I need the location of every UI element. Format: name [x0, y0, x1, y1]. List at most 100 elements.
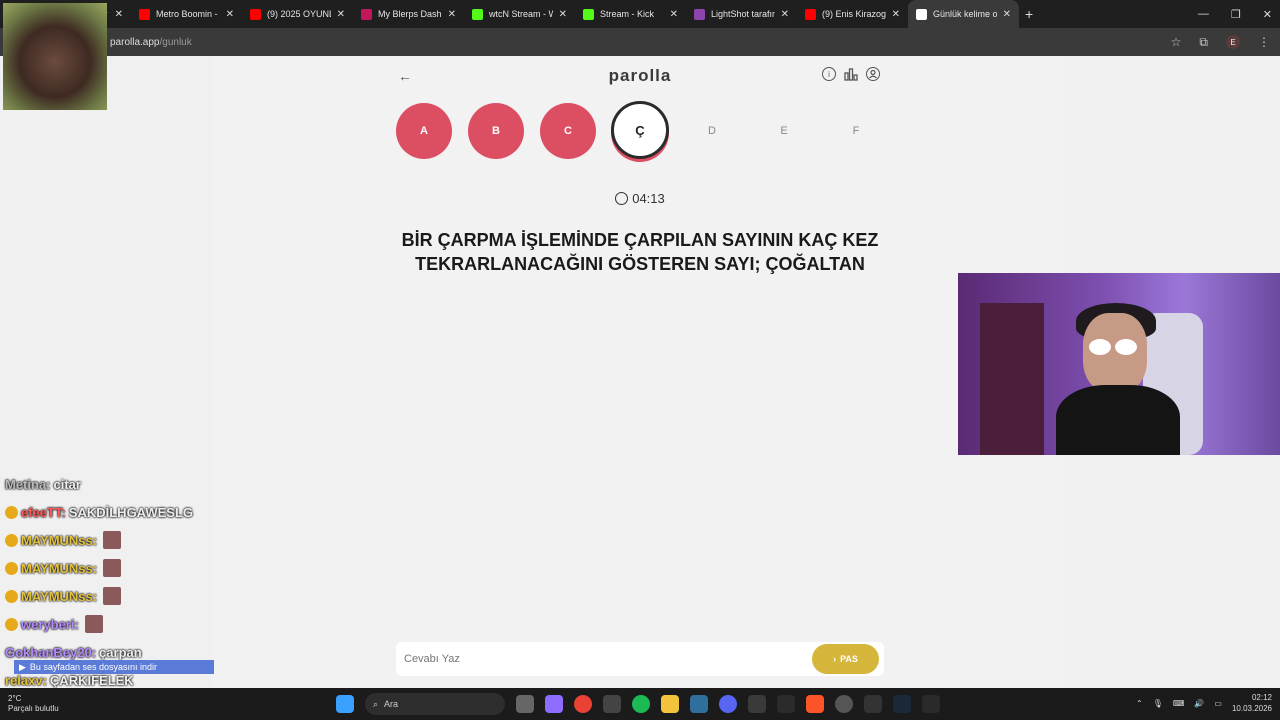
letter-circle-b: B	[468, 103, 524, 159]
tab-close-icon[interactable]: ✕	[226, 9, 234, 20]
letter-circle-c: C	[540, 103, 596, 159]
chevron-right-icon: ›	[833, 654, 837, 664]
spotify-icon[interactable]	[632, 695, 650, 713]
brave-icon[interactable]	[806, 695, 824, 713]
browser-tab[interactable]: Stream - Kick ✕	[575, 0, 686, 28]
chrome-icon[interactable]	[574, 695, 592, 713]
terminal-icon[interactable]	[922, 695, 940, 713]
chat-message: MAYMUNss:	[5, 526, 245, 554]
chat-message: Metina: citar	[5, 470, 245, 498]
tab-close-icon[interactable]: ✕	[892, 9, 900, 20]
windows-start-icon[interactable]	[336, 695, 354, 713]
taskbar-search[interactable]: ⌕ Ara	[365, 693, 505, 715]
answer-input[interactable]	[404, 650, 784, 668]
app-icon-2[interactable]	[835, 695, 853, 713]
tab-close-icon[interactable]: ✕	[448, 9, 456, 20]
minimize-icon[interactable]: —	[1198, 8, 1209, 20]
address-bar: parolla.app/gunluk ☆ ⧉ E ⋮	[0, 28, 1280, 56]
answer-box: ›PAS	[396, 642, 884, 676]
tab-favicon-icon	[805, 8, 816, 20]
tab-close-icon[interactable]: ✕	[559, 9, 567, 20]
chat-emote-icon	[103, 587, 122, 605]
browser-tab[interactable]: (9) Enis Kirazoglu✕	[797, 0, 908, 28]
task-view-icon[interactable]	[516, 695, 534, 713]
letter-circle-a: A	[396, 103, 452, 159]
tab-close-icon[interactable]: ✕	[115, 9, 123, 20]
tab-favicon-icon	[139, 8, 150, 20]
chat-text: ÇARKIFELEK	[49, 672, 134, 688]
file-explorer-icon[interactable]	[661, 695, 679, 713]
chat-badge-icon	[5, 561, 18, 575]
copilot-icon[interactable]	[545, 695, 563, 713]
stream-chat: Metina: citar efeeTT: SAKDİLHGAWESLG MAYMUNs…	[5, 470, 245, 720]
chat-username: relaxv:	[5, 672, 47, 688]
steam-icon[interactable]	[893, 695, 911, 713]
tab-close-icon[interactable]: ✕	[781, 9, 789, 20]
browser-tab[interactable]: Metro Boomin - f ✕	[131, 0, 242, 28]
microphone-icon[interactable]: 🎙	[1153, 699, 1163, 708]
chat-badge-icon	[5, 617, 18, 631]
menu-kebab-icon[interactable]: ⋮	[1258, 35, 1270, 49]
new-tab-button[interactable]: +	[1025, 6, 1033, 22]
notepad-icon[interactable]	[603, 695, 621, 713]
chat-username: MAYMUNss:	[21, 588, 98, 604]
epic-games-icon[interactable]	[777, 695, 795, 713]
chat-message: MAYMUNss:	[5, 554, 245, 582]
chevron-up-icon[interactable]: ⌃	[1136, 699, 1143, 708]
chat-username: MAYMUNss:	[21, 532, 98, 548]
url-field[interactable]: parolla.app/gunluk	[110, 37, 192, 48]
letter-circle-f: F	[828, 103, 884, 159]
timer: 04:13	[0, 191, 1280, 206]
profile-icon[interactable]	[866, 67, 880, 81]
logitech-icon[interactable]	[864, 695, 882, 713]
restore-icon[interactable]: ❐	[1231, 8, 1241, 21]
discord-icon[interactable]	[719, 695, 737, 713]
chat-emote-icon	[103, 531, 122, 549]
bookmark-star-icon[interactable]: ☆	[1171, 35, 1182, 49]
app-icon[interactable]	[690, 695, 708, 713]
stats-icon[interactable]	[844, 67, 858, 81]
system-clock[interactable]: 02:12 10.03.2026	[1232, 692, 1272, 714]
chat-message: MAYMUNss:	[5, 582, 245, 610]
browser-tab[interactable]: wtcN Stream - Wa✕	[464, 0, 575, 28]
tab-close-icon[interactable]: ✕	[337, 9, 345, 20]
chat-badge-icon	[5, 533, 18, 547]
tab-favicon-icon	[361, 8, 372, 20]
chat-badge-icon	[5, 505, 18, 519]
battery-icon[interactable]: ▭	[1214, 699, 1222, 708]
browser-tab-bar: ✕Felek Bile Ağlar Olum✕Metro Boomin - f✕…	[0, 0, 1280, 28]
close-window-icon[interactable]: ✕	[1263, 8, 1272, 21]
chat-message: efeeTT: SAKDİLHGAWESLG	[5, 498, 245, 526]
animal-cam-image	[3, 3, 107, 110]
profile-avatar[interactable]: E	[1226, 35, 1240, 49]
play-icon: ▶	[19, 661, 26, 672]
letter-wheel: ABCÇDEF	[396, 101, 886, 162]
weather-widget[interactable]: 2°C Parçalı bulutlu	[8, 694, 59, 714]
extensions-icon[interactable]: ⧉	[1199, 35, 1208, 50]
clock-icon	[615, 192, 629, 205]
info-icon[interactable]: i	[822, 67, 836, 81]
browser-tab[interactable]: (9) 2025 OYUNLARI✕	[242, 0, 353, 28]
chat-emote-icon	[84, 615, 103, 633]
tab-close-icon[interactable]: ✕	[670, 9, 678, 20]
chat-username: Metina:	[5, 476, 51, 492]
tab-favicon-icon	[472, 8, 483, 20]
chat-username: MAYMUNss:	[21, 560, 98, 576]
webcam-overlay	[958, 273, 1280, 455]
network-icon[interactable]: ⌨	[1173, 699, 1185, 708]
tab-favicon-icon	[583, 8, 594, 20]
browser-tab[interactable]: LightShot tarafından✕	[686, 0, 797, 28]
letter-circle-d: D	[684, 103, 740, 159]
browser-tab[interactable]: My Blerps Dashboard✕	[353, 0, 464, 28]
chat-badge-icon	[5, 589, 18, 603]
obs-icon[interactable]	[748, 695, 766, 713]
tab-close-icon[interactable]: ✕	[1003, 9, 1011, 20]
pass-button[interactable]: › PAS	[812, 644, 879, 674]
browser-tab[interactable]: Günlük kelime oyunu✕	[908, 0, 1019, 28]
chat-text: çarpan	[99, 644, 142, 660]
chat-emote-icon	[103, 559, 122, 577]
download-audio-bar[interactable]: ▶ Bu sayfadan ses dosyasını indir	[14, 660, 214, 674]
window-controls: — ❐ ✕	[1198, 0, 1272, 28]
game-header: ← parolla i	[395, 66, 885, 86]
volume-icon[interactable]: 🔊	[1194, 699, 1204, 708]
